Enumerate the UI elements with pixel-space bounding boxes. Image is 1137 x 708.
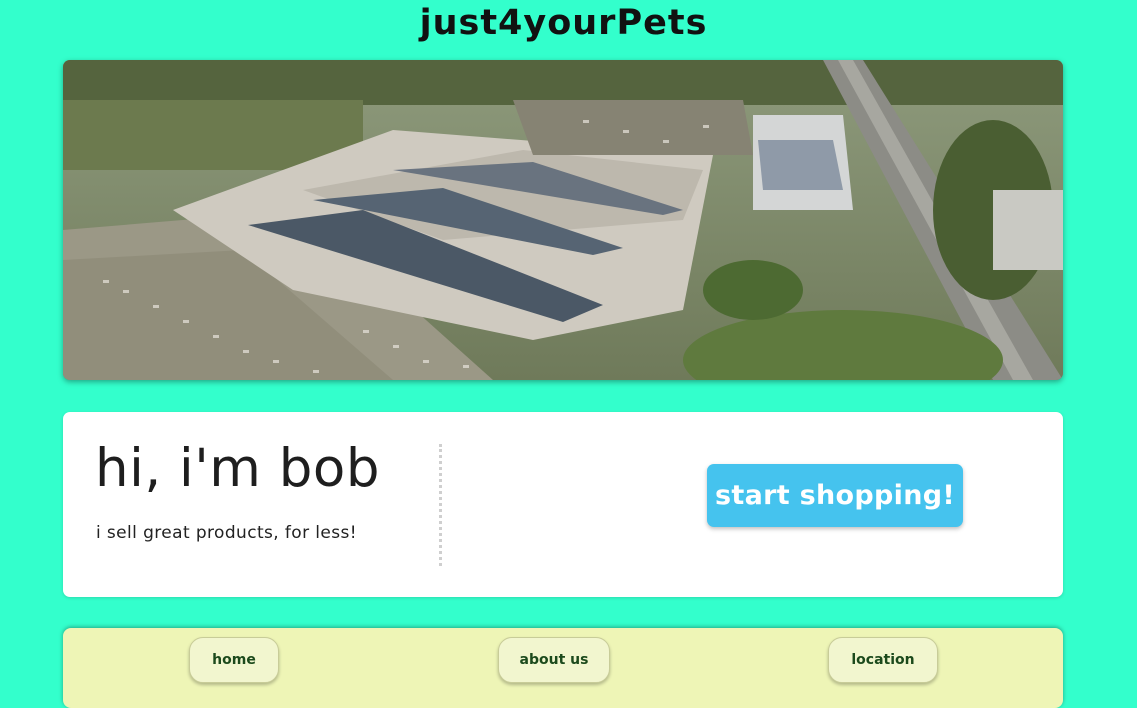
start-shopping-button[interactable]: start shopping! xyxy=(707,464,963,527)
hero-image xyxy=(63,60,1063,380)
site-title: just4yourPets xyxy=(419,3,708,43)
intro-heading: hi, i'm bob xyxy=(95,438,380,499)
nav-bar: home about us location xyxy=(63,628,1063,708)
dotted-divider xyxy=(439,444,442,566)
nav-home-button[interactable]: home xyxy=(189,637,279,683)
intro-tagline: i sell great products, for less! xyxy=(96,523,357,543)
intro-card: hi, i'm bob i sell great products, for l… xyxy=(63,412,1063,597)
nav-location-button[interactable]: location xyxy=(828,637,938,683)
nav-about-us-button[interactable]: about us xyxy=(498,637,610,683)
